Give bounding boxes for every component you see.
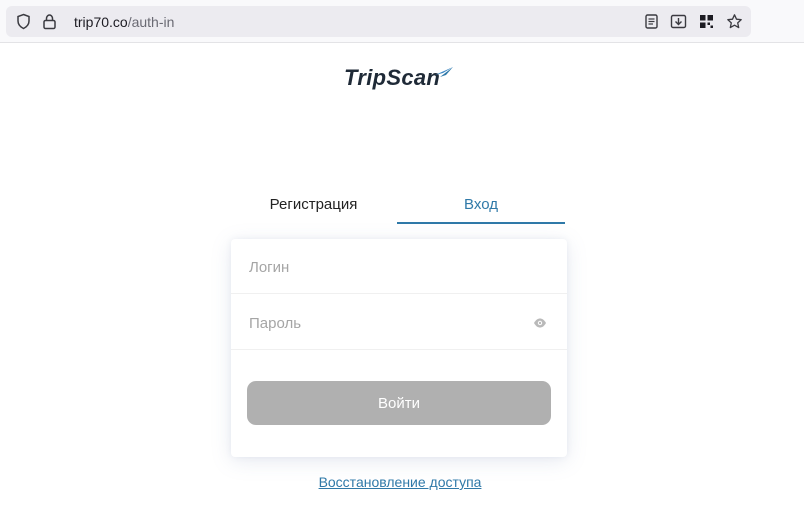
tab-login[interactable]: Вход xyxy=(397,190,565,224)
browser-toolbar: trip70.co/auth-in xyxy=(0,0,804,43)
logo-plane-icon xyxy=(435,67,453,77)
qr-code-icon[interactable] xyxy=(698,13,715,30)
restore-access-link[interactable]: Восстановление доступа xyxy=(306,474,494,490)
tripscan-logo[interactable]: TripScan xyxy=(340,62,460,94)
download-icon[interactable] xyxy=(670,13,687,30)
logo-text: TripScan xyxy=(344,65,441,90)
password-input[interactable] xyxy=(247,309,531,337)
login-button[interactable]: Войти xyxy=(247,381,551,425)
reader-view-icon[interactable] xyxy=(643,13,660,30)
tab-registration[interactable]: Регистрация xyxy=(231,190,396,222)
auth-tabs: Регистрация Вход xyxy=(231,190,567,224)
lock-icon[interactable] xyxy=(41,13,58,30)
password-field xyxy=(231,295,567,350)
eye-icon[interactable] xyxy=(533,316,547,328)
login-form-card: Войти xyxy=(231,239,567,457)
address-bar[interactable]: trip70.co/auth-in xyxy=(6,6,751,37)
url-text[interactable]: trip70.co/auth-in xyxy=(74,14,174,30)
login-field xyxy=(231,239,567,294)
star-icon[interactable] xyxy=(726,13,743,30)
login-input[interactable] xyxy=(247,253,531,281)
shield-icon[interactable] xyxy=(15,13,32,30)
